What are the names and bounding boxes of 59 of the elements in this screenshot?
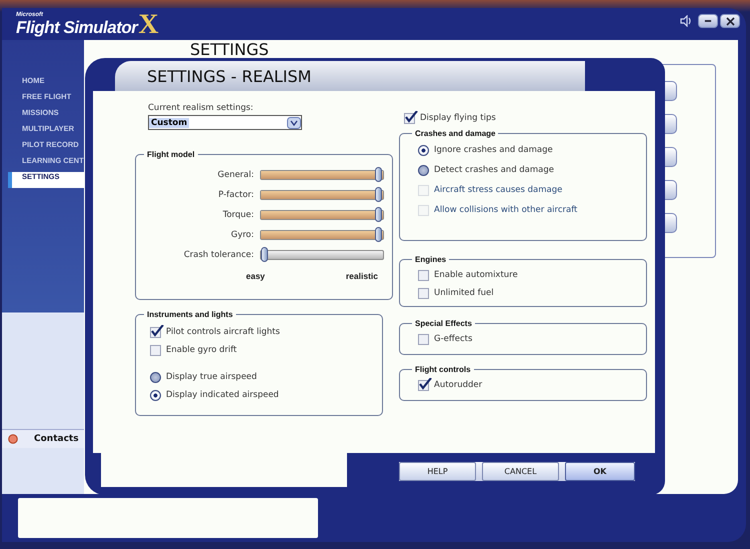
checkbox[interactable] bbox=[418, 288, 429, 298]
group-title: Special Effects bbox=[414, 319, 473, 328]
option-label: Ignore crashes and damage bbox=[434, 145, 553, 155]
checkbox[interactable] bbox=[150, 326, 161, 338]
group-title: Flight controls bbox=[414, 365, 472, 374]
dialog-title: SETTINGS - REALISM bbox=[146, 66, 312, 86]
checkbox[interactable] bbox=[418, 334, 429, 344]
group-title: Engines bbox=[414, 255, 448, 264]
caret-icon bbox=[287, 116, 301, 128]
slider-label: Crash tolerance: bbox=[182, 250, 255, 260]
close-button[interactable] bbox=[720, 14, 740, 28]
option-label: Display true airspeed bbox=[166, 372, 257, 382]
realism-dropdown[interactable]: Custom bbox=[148, 115, 302, 130]
group-title: Crashes and damage bbox=[414, 129, 496, 138]
radio-button[interactable] bbox=[418, 164, 429, 176]
speaker-icon[interactable] bbox=[680, 15, 692, 27]
group-title: Instruments and lights bbox=[146, 310, 234, 319]
scale-label: realistic bbox=[346, 271, 378, 281]
slider-label: Gyro: bbox=[230, 230, 255, 240]
slider-thumb[interactable] bbox=[375, 207, 382, 222]
scale-label: easy bbox=[246, 271, 265, 281]
option-label: Display flying tips bbox=[420, 113, 496, 123]
dialog-button[interactable]: HELP bbox=[399, 462, 476, 481]
option-label: Enable automixture bbox=[434, 270, 518, 280]
status-icon bbox=[8, 434, 18, 444]
minimize-button[interactable] bbox=[698, 14, 718, 28]
brand-mark: X bbox=[138, 10, 159, 40]
radio-button[interactable] bbox=[150, 372, 161, 382]
page-title: SETTINGS bbox=[190, 40, 270, 59]
checkbox[interactable] bbox=[150, 344, 161, 356]
slider-thumb[interactable] bbox=[375, 227, 382, 242]
minimize-icon bbox=[704, 20, 712, 22]
brand-title: Flight Simulator bbox=[16, 18, 138, 38]
checkbox[interactable] bbox=[404, 112, 415, 124]
slider-thumb[interactable] bbox=[375, 167, 382, 182]
checkbox[interactable] bbox=[418, 270, 429, 280]
option-label: Aircraft stress causes damage bbox=[434, 185, 562, 195]
close-icon bbox=[726, 16, 734, 26]
slider-label: P-factor: bbox=[217, 190, 255, 200]
dialog-button[interactable]: OK bbox=[565, 462, 635, 481]
radio-button[interactable] bbox=[418, 144, 429, 156]
option-label: Detect crashes and damage bbox=[434, 165, 554, 175]
option-label: Unlimited fuel bbox=[434, 288, 494, 298]
option-label: G-effects bbox=[434, 334, 472, 344]
slider-thumb[interactable] bbox=[261, 247, 268, 262]
option-label: Enable gyro drift bbox=[166, 345, 237, 355]
option-label: Pilot controls aircraft lights bbox=[166, 327, 280, 337]
slider-thumb[interactable] bbox=[375, 187, 382, 202]
group-title: Flight model bbox=[146, 150, 196, 159]
option-label: Autorudder bbox=[434, 380, 482, 390]
slider-label: General: bbox=[216, 170, 255, 180]
option-label: Display indicated airspeed bbox=[166, 390, 279, 400]
option-label: Allow collisions with other aircraft bbox=[434, 205, 578, 215]
checkbox[interactable] bbox=[418, 380, 429, 390]
radio-button[interactable] bbox=[150, 390, 161, 400]
slider-track[interactable] bbox=[260, 250, 384, 260]
realism-label: Current realism settings: bbox=[148, 103, 254, 113]
slider-label: Torque: bbox=[222, 210, 255, 220]
dialog-button[interactable]: CANCEL bbox=[482, 462, 559, 481]
